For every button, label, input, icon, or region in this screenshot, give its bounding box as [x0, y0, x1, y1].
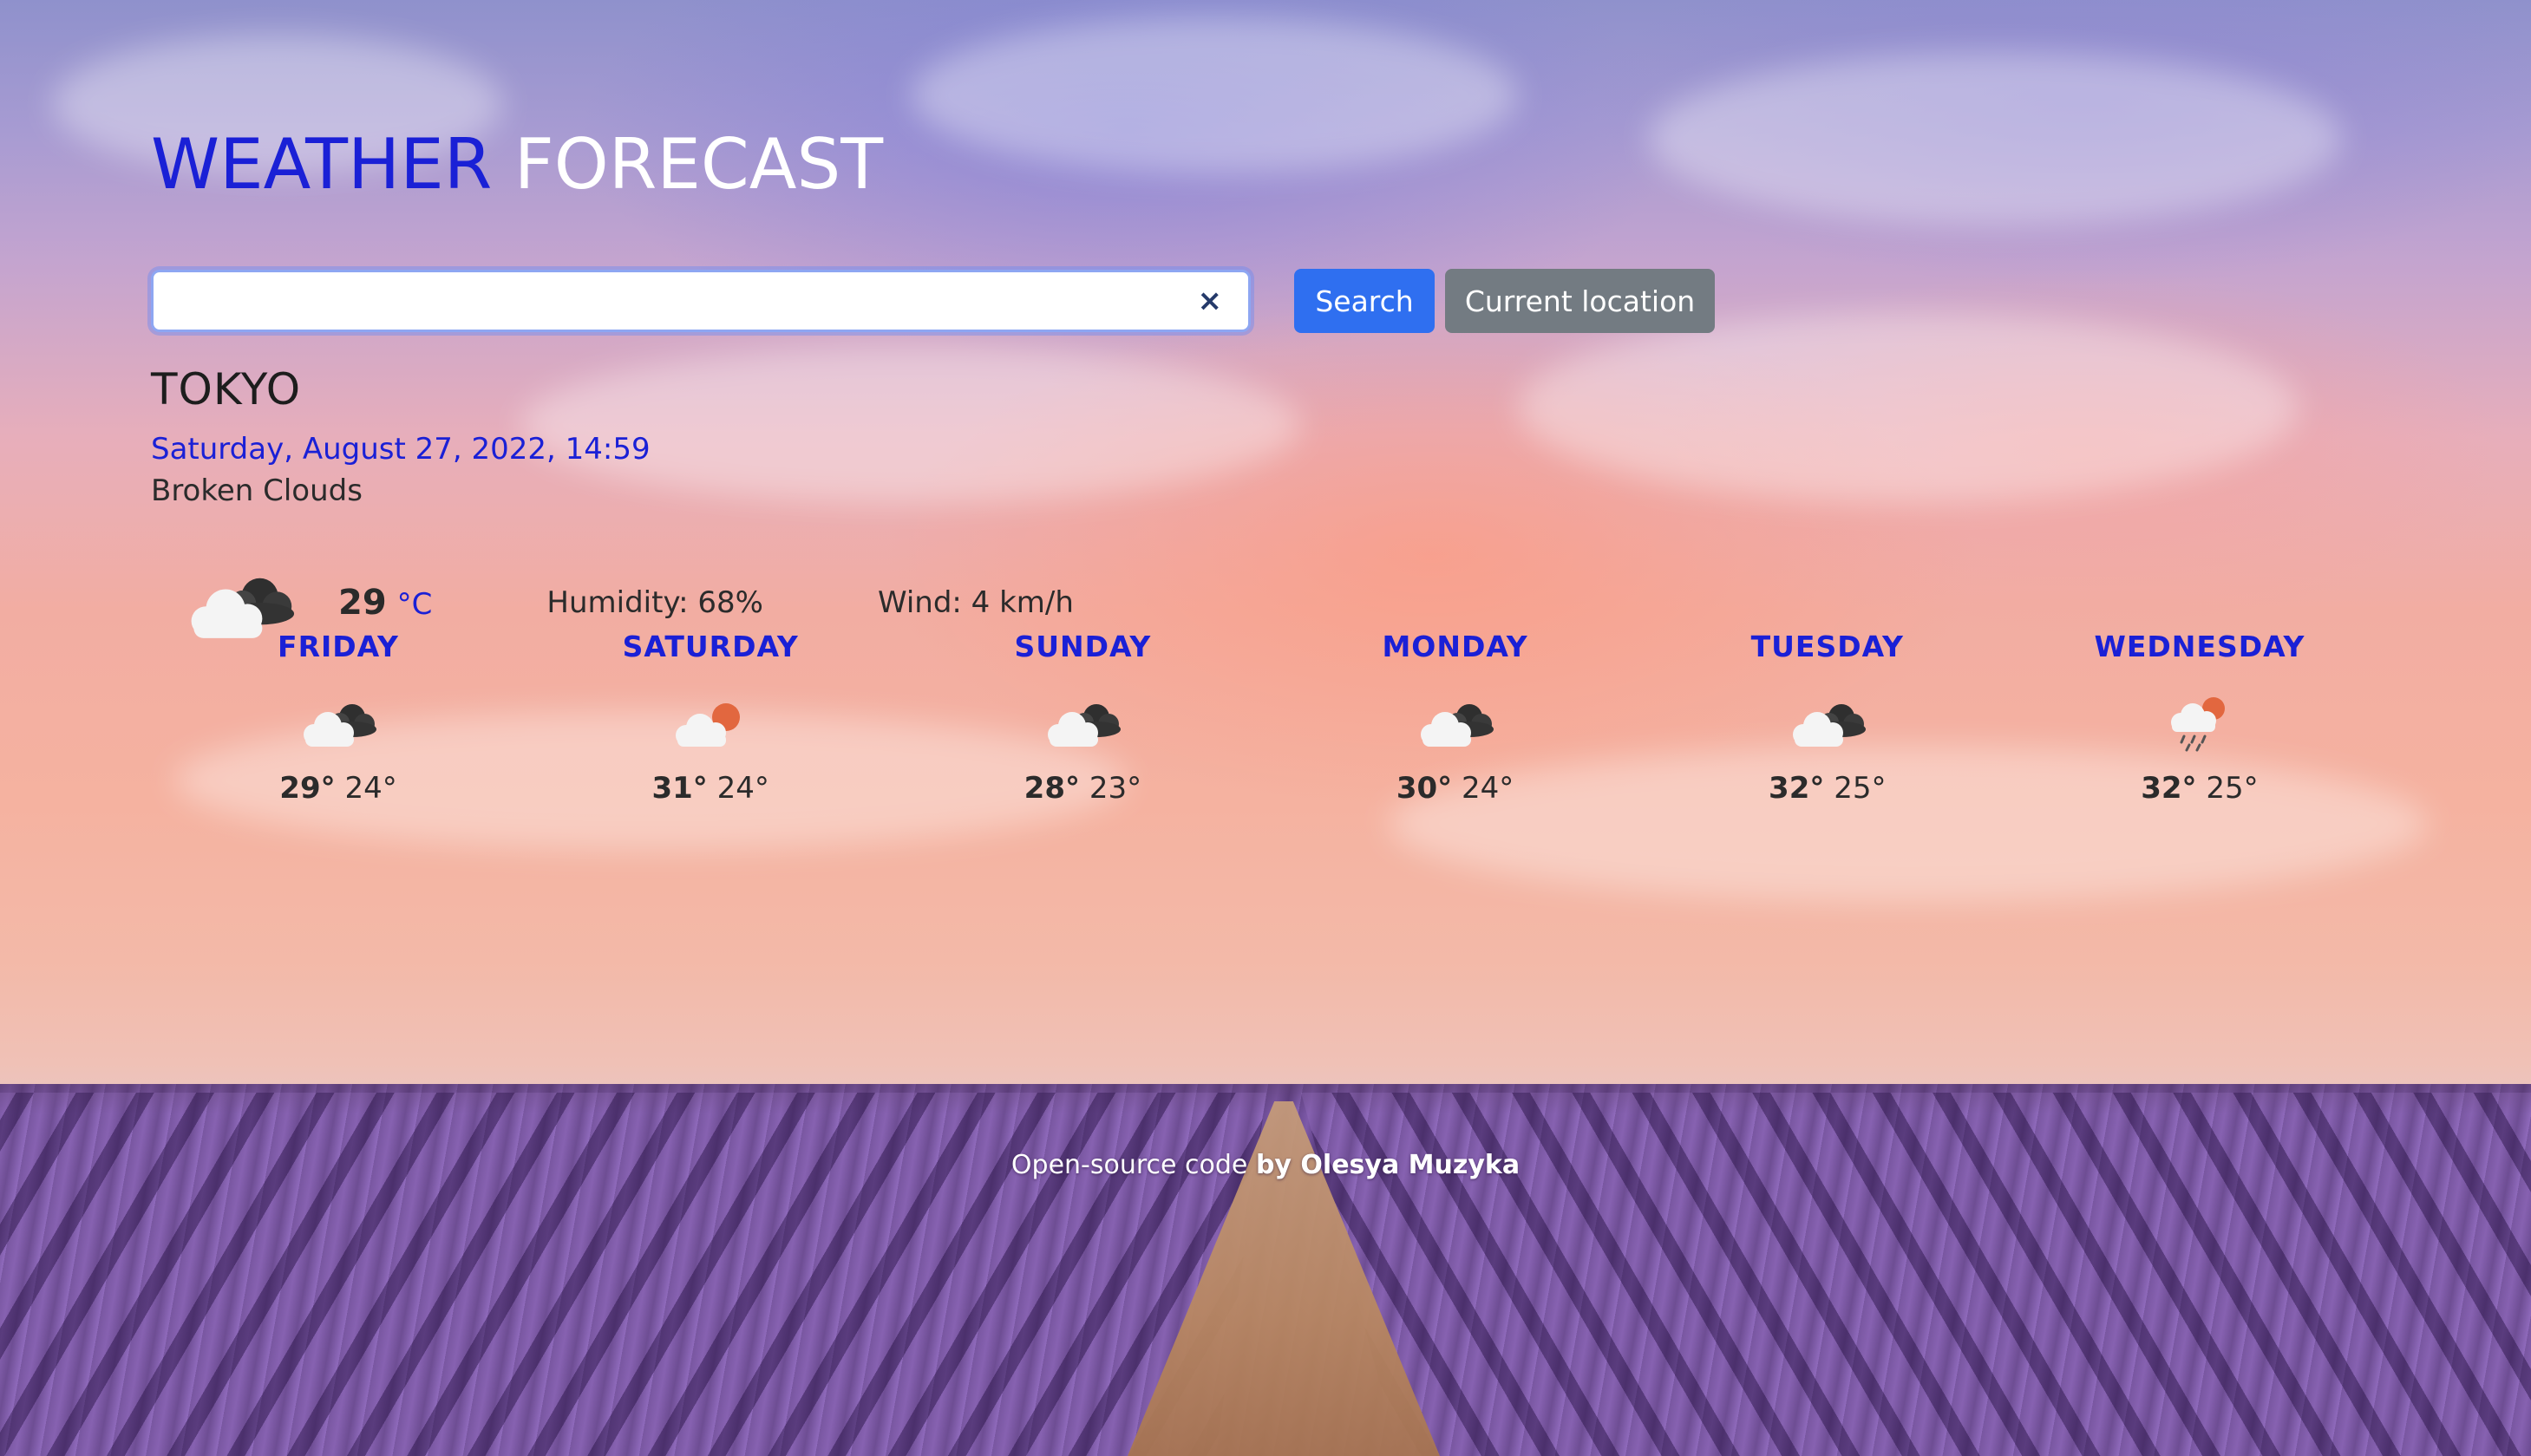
cloud-decoration	[1518, 312, 2299, 503]
forecast-day-name: TUESDAY	[1750, 630, 1904, 663]
search-form: × Search Current location	[151, 269, 1715, 333]
forecast-low: 24°	[344, 771, 397, 806]
title-forecast: FORECAST	[513, 124, 884, 205]
title-weather: WEATHER	[151, 124, 493, 205]
clear-icon[interactable]: ×	[1198, 286, 1223, 316]
forecast-high: 30°	[1396, 771, 1453, 806]
current-datetime: Saturday, August 27, 2022, 14:59	[151, 432, 651, 467]
forecast-temps: 28° 23°	[1024, 771, 1141, 806]
footer: Open-source code by Olesya Muzyka	[0, 1150, 2531, 1180]
forecast-day: SATURDAY 31° 24°	[606, 630, 814, 806]
broken-clouds-icon	[1784, 688, 1871, 755]
forecast-low: 24°	[716, 771, 769, 806]
forecast-day: WEDNESDAY 32° 25°	[2094, 630, 2305, 806]
author-name: by Olesya Muzyka	[1255, 1150, 1521, 1180]
author-link[interactable]: by Olesya Muzyka	[1256, 1150, 1520, 1180]
forecast-temps: 30° 24°	[1396, 771, 1514, 806]
forecast-temps: 31° 24°	[651, 771, 768, 806]
cloud-decoration	[520, 347, 1301, 503]
source-code-link[interactable]: Open-source code	[1011, 1150, 1247, 1180]
forecast-day: SUNDAY 28° 23°	[978, 630, 1187, 806]
forecast-day: TUESDAY 32° 25°	[1723, 630, 1932, 806]
forecast-high: 32°	[2141, 771, 2197, 806]
forecast-low: 25°	[1834, 771, 1887, 806]
forecast-day-name: SUNDAY	[1014, 630, 1152, 663]
lavender-rows-right	[1301, 1093, 2531, 1456]
search-input[interactable]	[181, 283, 1198, 319]
forecast-day: MONDAY 30° 24°	[1351, 630, 1560, 806]
forecast-high: 31°	[651, 771, 708, 806]
page-title: WEATHER FORECAST	[151, 113, 2371, 217]
weather-description: Broken Clouds	[151, 473, 363, 508]
forecast-high: 32°	[1769, 771, 1825, 806]
broken-clouds-icon	[295, 688, 382, 755]
current-temperature: 29	[338, 583, 387, 623]
current-location-button[interactable]: Current location	[1445, 269, 1715, 333]
forecast-day-name: SATURDAY	[622, 630, 799, 663]
forecast-temps: 32° 25°	[1769, 771, 1886, 806]
broken-clouds-icon	[1039, 688, 1126, 755]
city-name: TOKYO	[151, 364, 302, 415]
forecast-low: 23°	[1089, 771, 1142, 806]
forecast-low: 24°	[1462, 771, 1514, 806]
lavender-rows-left	[0, 1093, 1266, 1456]
forecast-high: 28°	[1024, 771, 1080, 806]
wind-speed: Wind: 4 km/h	[877, 585, 1074, 620]
humidity: Humidity: 68%	[546, 585, 763, 620]
search-button[interactable]: Search	[1294, 269, 1435, 333]
forecast-day-name: FRIDAY	[278, 630, 399, 663]
rain-icon	[2156, 688, 2243, 755]
forecast-low: 25°	[2206, 771, 2259, 806]
forecast-list: FRIDAY 29° 24° SATURDAY 31° 24° SUNDAY 2…	[234, 630, 2304, 806]
forecast-day-name: MONDAY	[1382, 630, 1528, 663]
celsius-unit-link[interactable]: °C	[397, 587, 433, 622]
forecast-temps: 32° 25°	[2141, 771, 2258, 806]
source-code-link-text: Open-source code	[1010, 1150, 1248, 1180]
few-clouds-icon	[667, 688, 754, 755]
forecast-high: 29°	[279, 771, 336, 806]
forecast-day: FRIDAY 29° 24°	[234, 630, 442, 806]
weather-app: WEATHER FORECAST × Search Current locati…	[151, 113, 2371, 217]
search-field[interactable]: ×	[151, 270, 1251, 332]
broken-clouds-icon	[1412, 688, 1499, 755]
forecast-temps: 29° 24°	[279, 771, 396, 806]
forecast-day-name: WEDNESDAY	[2094, 630, 2305, 663]
